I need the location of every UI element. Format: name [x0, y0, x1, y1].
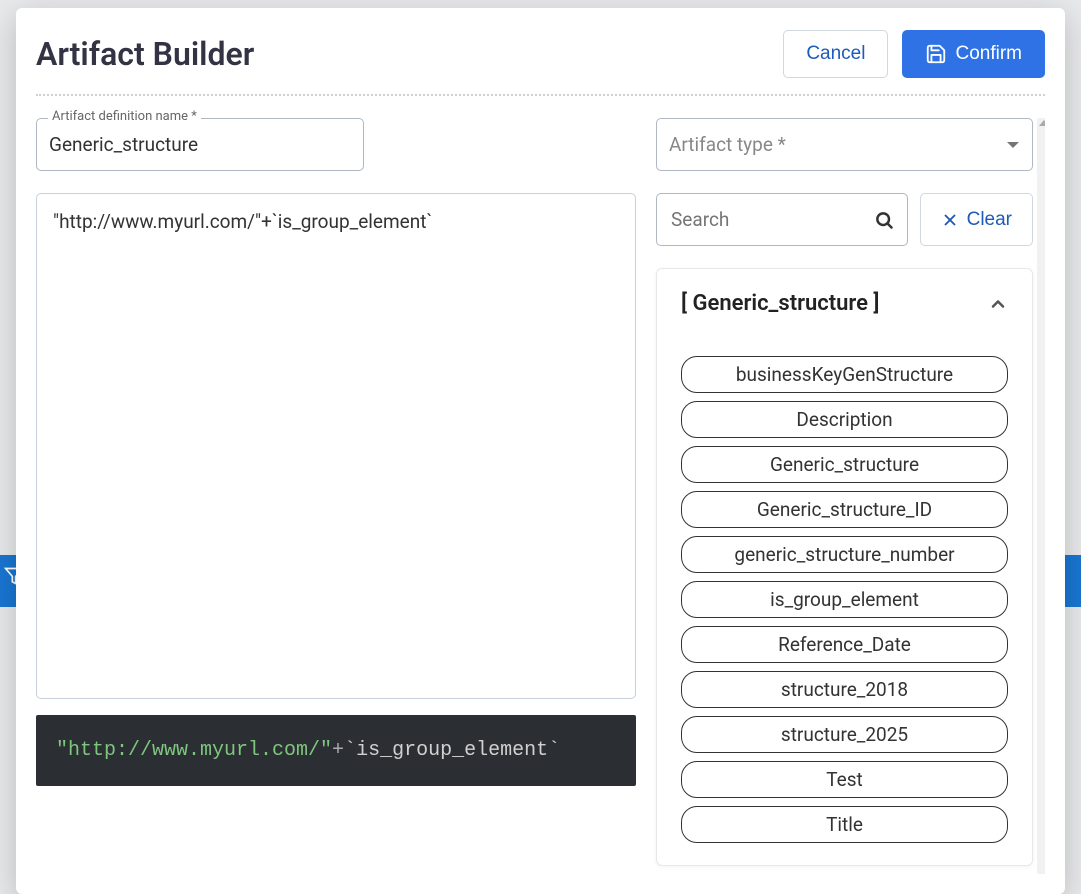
chip-item[interactable]: Reference_Date: [681, 626, 1008, 663]
chip-item[interactable]: Description: [681, 401, 1008, 438]
chip-item[interactable]: structure_2025: [681, 716, 1008, 753]
code-preview: "http://www.myurl.com/"+`is_group_elemen…: [36, 715, 636, 786]
panel-header[interactable]: [ Generic_structure ]: [681, 291, 1008, 316]
type-field-wrap: Artifact type *: [656, 118, 1033, 171]
chip-item[interactable]: Test: [681, 761, 1008, 798]
cancel-button[interactable]: Cancel: [783, 30, 888, 78]
structure-panel: [ Generic_structure ] businessKeyGenStru…: [656, 268, 1033, 866]
confirm-button[interactable]: Confirm: [902, 30, 1045, 78]
search-icon[interactable]: [874, 210, 894, 230]
panel-title: [ Generic_structure ]: [681, 291, 879, 316]
save-icon: [925, 43, 947, 65]
name-input[interactable]: [36, 118, 364, 171]
chip-list: businessKeyGenStructure Description Generi…: [681, 356, 1008, 843]
artifact-type-select[interactable]: Artifact type *: [656, 118, 1033, 171]
chip-item[interactable]: structure_2018: [681, 671, 1008, 708]
right-column: Artifact type * Clear: [656, 118, 1045, 874]
artifact-builder-modal: Artifact Builder Cancel Confirm Artifact…: [16, 8, 1065, 894]
expression-textarea[interactable]: "http://www.myurl.com/"+`is_group_elemen…: [36, 193, 636, 699]
chip-item[interactable]: Title: [681, 806, 1008, 843]
name-field-wrap: Artifact definition name *: [36, 118, 364, 171]
modal-title: Artifact Builder: [36, 35, 254, 73]
modal-header: Artifact Builder Cancel Confirm: [36, 30, 1045, 96]
name-label: Artifact definition name *: [48, 109, 201, 124]
search-wrap: [656, 193, 908, 246]
chip-item[interactable]: businessKeyGenStructure: [681, 356, 1008, 393]
search-row: Clear: [656, 193, 1033, 246]
search-input[interactable]: [656, 193, 908, 246]
preview-string: "http://www.myurl.com/": [56, 739, 332, 762]
close-icon: [941, 211, 959, 229]
chip-item[interactable]: Generic_structure: [681, 446, 1008, 483]
header-buttons: Cancel Confirm: [783, 30, 1045, 78]
chip-item[interactable]: Generic_structure_ID: [681, 491, 1008, 528]
left-column: Artifact definition name * "http://www.m…: [36, 118, 636, 874]
chevron-up-icon: [988, 294, 1008, 314]
chip-item[interactable]: generic_structure_number: [681, 536, 1008, 573]
preview-operator: +: [332, 739, 344, 762]
preview-variable: `is_group_element`: [344, 739, 560, 762]
modal-body: Artifact definition name * "http://www.m…: [36, 96, 1045, 874]
scroll-up-icon: [1039, 120, 1045, 126]
scrollbar[interactable]: [1037, 118, 1045, 874]
chip-item[interactable]: is_group_element: [681, 581, 1008, 618]
clear-button[interactable]: Clear: [920, 193, 1033, 246]
